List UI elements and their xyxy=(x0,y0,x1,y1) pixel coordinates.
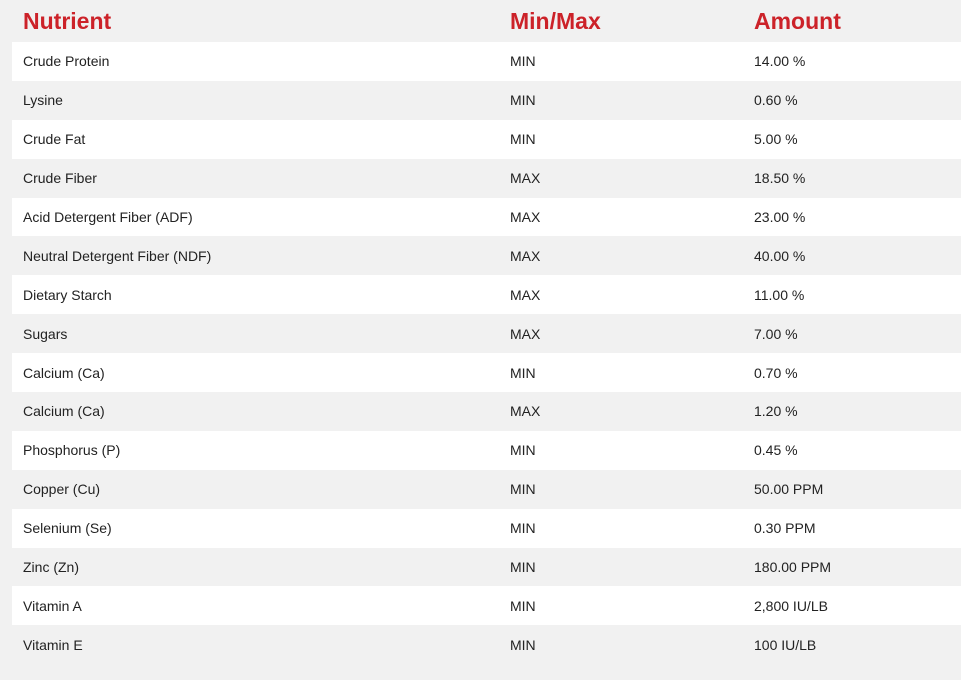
table-row: Vitamin E MIN 100 IU/LB xyxy=(12,625,961,665)
nutrient-table: Nutrient Min/Max Amount Crude Protein MI… xyxy=(12,0,961,665)
nutrient-cell: Neutral Detergent Fiber (NDF) xyxy=(23,247,212,264)
amount-cell: 7.00 % xyxy=(754,325,798,342)
table-row: Crude Protein MIN 14.00 % xyxy=(12,42,961,81)
amount-cell: 0.30 PPM xyxy=(754,520,816,537)
nutrient-cell: Copper (Cu) xyxy=(23,481,101,498)
amount-cell: 18.50 % xyxy=(754,170,806,187)
nutrient-cell: Calcium (Ca) xyxy=(23,403,105,420)
table-row: Neutral Detergent Fiber (NDF) MAX 40.00 … xyxy=(12,236,961,276)
amount-cell: 14.00 % xyxy=(754,53,806,70)
nutrient-cell: Acid Detergent Fiber (ADF) xyxy=(23,209,193,225)
nutrient-cell: Crude Fiber xyxy=(23,170,97,187)
header-nutrient: Nutrient xyxy=(23,8,112,34)
minmax-cell: MAX xyxy=(510,170,541,187)
amount-cell: 11.00 % xyxy=(754,286,805,303)
nutrient-cell: Sugars xyxy=(23,325,68,342)
table-row: Vitamin A MIN 2,800 IU/LB xyxy=(12,586,961,626)
minmax-cell: MIN xyxy=(510,559,536,576)
minmax-cell: MAX xyxy=(510,209,541,225)
amount-cell: 180.00 PPM xyxy=(754,559,832,576)
minmax-cell: MIN xyxy=(510,520,536,537)
header-minmax: Min/Max xyxy=(510,8,601,34)
amount-cell: 2,800 IU/LB xyxy=(754,597,828,614)
table-row: Copper (Cu) MIN 50.00 PPM xyxy=(12,469,961,509)
amount-cell: 100 IU/LB xyxy=(754,636,817,653)
minmax-cell: MIN xyxy=(510,92,536,109)
table-row: Phosphorus (P) MIN 0.45 % xyxy=(12,430,961,470)
minmax-cell: MIN xyxy=(510,131,536,148)
nutrient-cell: Selenium (Se) xyxy=(23,520,112,537)
minmax-cell: MAX xyxy=(510,403,541,420)
minmax-cell: MAX xyxy=(510,247,541,264)
nutrient-cell: Lysine xyxy=(23,92,63,109)
minmax-cell: MIN xyxy=(510,53,536,70)
amount-cell: 0.70 % xyxy=(754,364,798,381)
table-header-row: Nutrient Min/Max Amount xyxy=(12,0,961,42)
nutrient-cell: Vitamin E xyxy=(23,636,83,653)
table-row: Dietary Starch MAX 11.00 % xyxy=(12,275,961,315)
nutrient-cell: Calcium (Ca) xyxy=(23,364,105,381)
header-amount: Amount xyxy=(754,8,841,34)
nutrient-cell: Vitamin A xyxy=(23,597,82,614)
nutrient-cell: Dietary Starch xyxy=(23,286,112,303)
minmax-cell: MIN xyxy=(510,636,536,653)
nutrient-cell: Zinc (Zn) xyxy=(23,559,79,576)
amount-cell: 0.45 % xyxy=(754,442,798,459)
amount-cell: 23.00 % xyxy=(754,209,806,225)
minmax-cell: MIN xyxy=(510,597,536,614)
table-row: Calcium (Ca) MAX 1.20 % xyxy=(12,392,961,431)
table-row: Sugars MAX 7.00 % xyxy=(12,314,961,354)
minmax-cell: MAX xyxy=(510,286,541,303)
amount-cell: 50.00 PPM xyxy=(754,481,824,498)
table-row: Lysine MIN 0.60 % xyxy=(12,80,961,120)
amount-cell: 5.00 % xyxy=(754,131,798,148)
table-row: Crude Fat MIN 5.00 % xyxy=(12,119,961,159)
nutrient-cell: Crude Fat xyxy=(23,131,86,148)
table-row: Selenium (Se) MIN 0.30 PPM xyxy=(12,508,961,548)
table-row: Calcium (Ca) MIN 0.70 % xyxy=(12,353,961,393)
minmax-cell: MAX xyxy=(510,325,541,342)
minmax-cell: MIN xyxy=(510,442,536,459)
table-row: Crude Fiber MAX 18.50 % xyxy=(12,158,961,198)
nutrient-cell: Crude Protein xyxy=(23,53,110,70)
nutrient-cell: Phosphorus (P) xyxy=(23,442,121,459)
table-row: Zinc (Zn) MIN 180.00 PPM xyxy=(12,547,961,587)
amount-cell: 1.20 % xyxy=(754,403,798,420)
minmax-cell: MIN xyxy=(510,364,536,381)
amount-cell: 40.00 % xyxy=(754,247,806,264)
minmax-cell: MIN xyxy=(510,481,536,498)
table-row: Acid Detergent Fiber (ADF) MAX 23.00 % xyxy=(12,197,961,237)
amount-cell: 0.60 % xyxy=(754,92,798,109)
